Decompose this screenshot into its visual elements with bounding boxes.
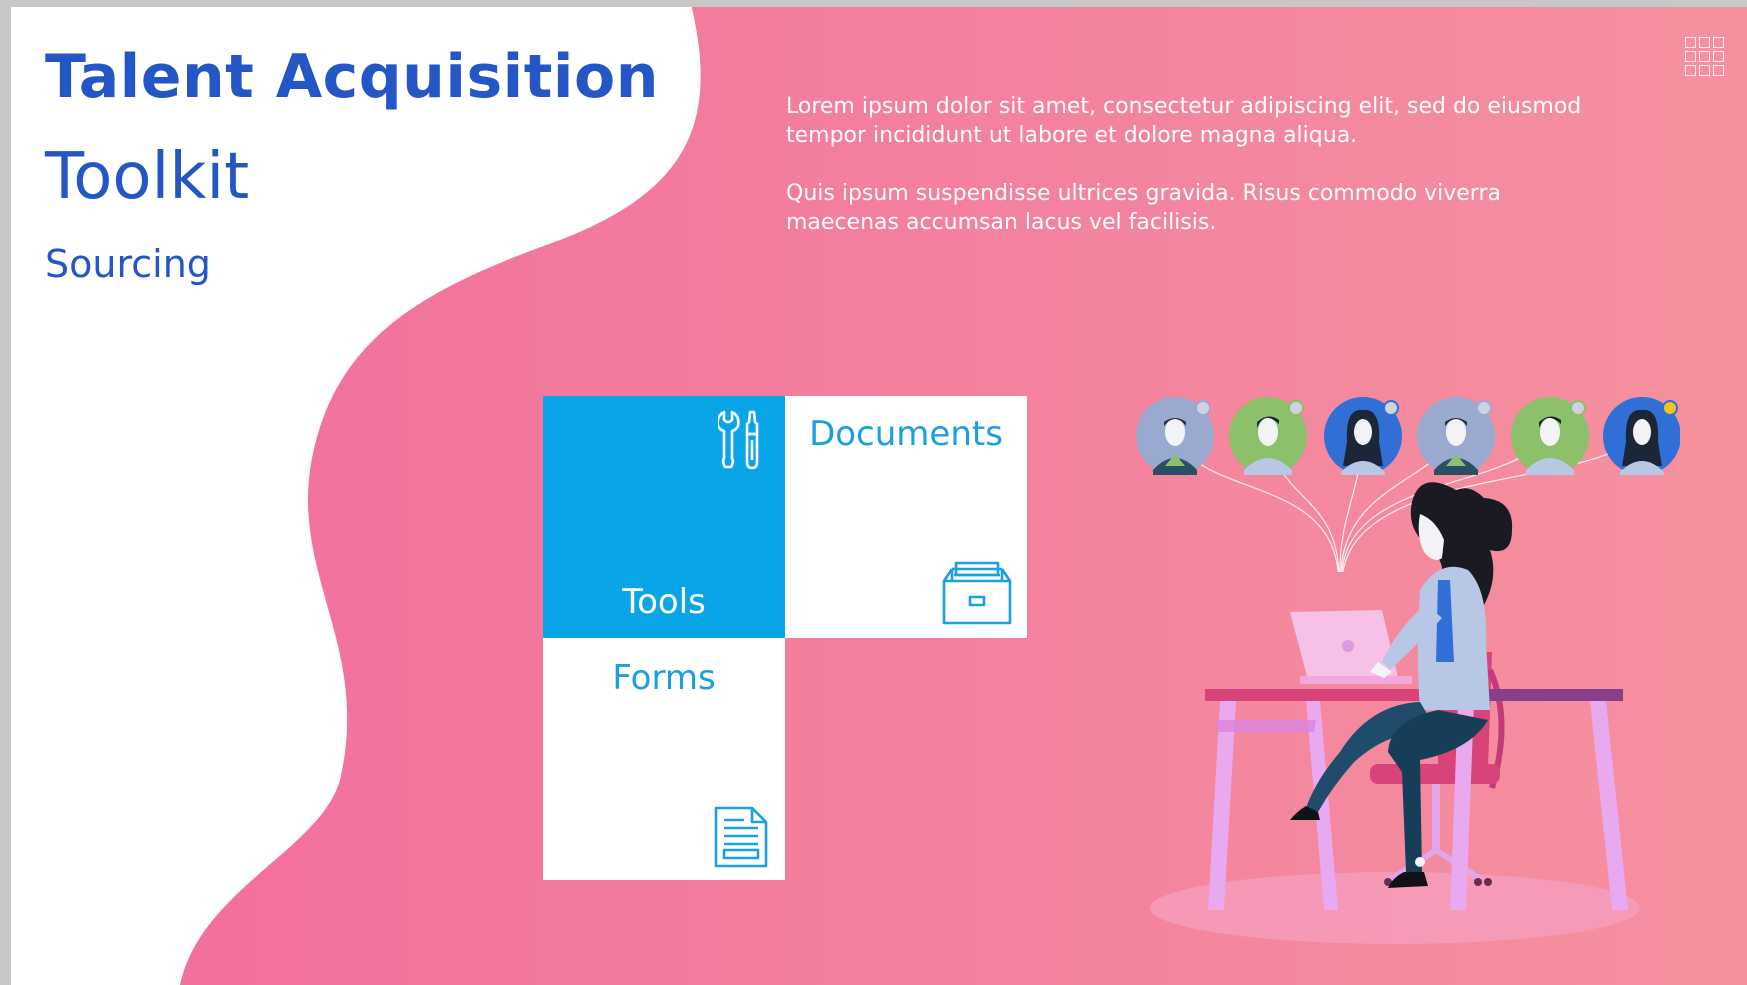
grid-cell [1699, 51, 1710, 62]
intro-paragraph-1: Lorem ipsum dolor sit amet, consectetur … [786, 94, 1582, 148]
section-label: Sourcing [45, 242, 211, 286]
page-title: Talent Acquisition [45, 42, 659, 112]
woman-at-laptop-illustration [1136, 397, 1680, 944]
avatar [1324, 397, 1402, 475]
grid-cell [1685, 65, 1696, 76]
forms-tile[interactable]: Forms [543, 638, 785, 880]
grid-cell [1699, 65, 1710, 76]
grid-menu-icon[interactable] [1685, 37, 1725, 77]
grid-cell [1713, 65, 1724, 76]
avatar [1417, 397, 1495, 475]
intro-text: Lorem ipsum dolor sit amet, consectetur … [786, 92, 1586, 266]
documents-tile[interactable]: Documents [785, 396, 1027, 638]
intro-paragraph-2: Quis ipsum suspendisse ultrices gravida.… [786, 181, 1501, 235]
tools-label: Tools [622, 582, 706, 622]
filing-cabinet-icon [942, 561, 1012, 625]
slide: Talent Acquisition Toolkit Sourcing Lore… [0, 0, 1747, 985]
document-icon [714, 806, 768, 868]
wrench-screwdriver-icon [718, 410, 759, 470]
grid-cell [1713, 37, 1724, 48]
avatar [1136, 397, 1214, 475]
forms-label: Forms [612, 658, 716, 698]
grid-cell [1713, 51, 1724, 62]
avatar [1603, 397, 1680, 475]
grid-cell [1699, 37, 1710, 48]
grid-cell [1685, 37, 1696, 48]
avatar-row [1136, 397, 1680, 475]
avatar [1511, 397, 1589, 475]
tools-tile[interactable]: Tools [543, 396, 785, 638]
documents-label: Documents [809, 414, 1003, 454]
grid-cell [1685, 51, 1696, 62]
avatar [1229, 397, 1307, 475]
page-subtitle: Toolkit [45, 140, 250, 214]
